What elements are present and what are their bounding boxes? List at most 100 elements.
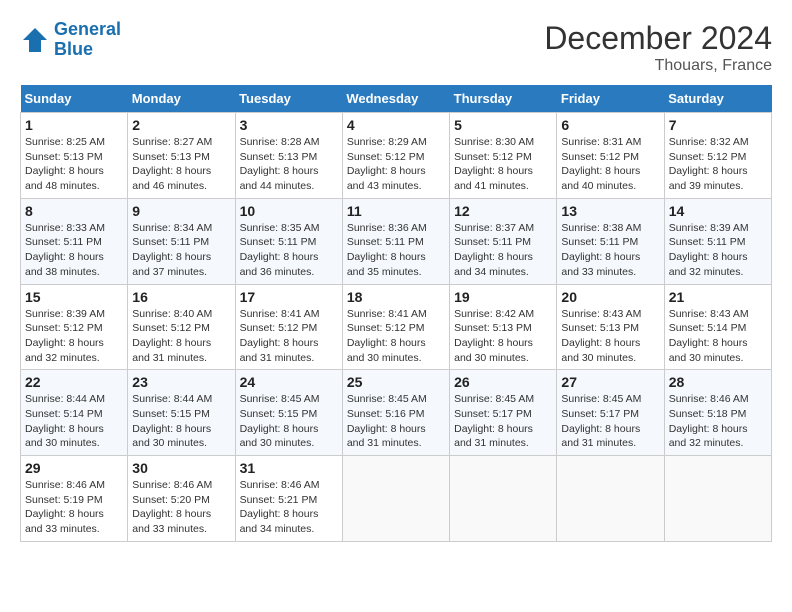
cell-info: Sunrise: 8:35 AMSunset: 5:11 PMDaylight:… [240, 222, 320, 278]
calendar-cell-empty [664, 456, 771, 542]
calendar-cell-10: 10 Sunrise: 8:35 AMSunset: 5:11 PMDayligh… [235, 198, 342, 284]
cell-info: Sunrise: 8:46 AMSunset: 5:18 PMDaylight:… [669, 393, 749, 449]
calendar-cell-26: 26 Sunrise: 8:45 AMSunset: 5:17 PMDayligh… [450, 370, 557, 456]
calendar-cell-21: 21 Sunrise: 8:43 AMSunset: 5:14 PMDayligh… [664, 284, 771, 370]
cell-info: Sunrise: 8:43 AMSunset: 5:13 PMDaylight:… [561, 308, 641, 364]
calendar-cell-30: 30 Sunrise: 8:46 AMSunset: 5:20 PMDayligh… [128, 456, 235, 542]
calendar-week-5: 29Sunrise: 8:46 AMSunset: 5:19 PMDayligh… [21, 456, 772, 542]
calendar-cell-16: 16 Sunrise: 8:40 AMSunset: 5:12 PMDayligh… [128, 284, 235, 370]
calendar-cell-4: 4Sunrise: 8:29 AMSunset: 5:12 PMDaylight… [342, 113, 449, 199]
calendar-cell-6: 6Sunrise: 8:31 AMSunset: 5:12 PMDaylight… [557, 113, 664, 199]
cell-info: Sunrise: 8:38 AMSunset: 5:11 PMDaylight:… [561, 222, 641, 278]
day-header-thursday: Thursday [450, 85, 557, 113]
calendar-cell-15: 15Sunrise: 8:39 AMSunset: 5:12 PMDayligh… [21, 284, 128, 370]
day-num: 13 [561, 203, 659, 219]
day-num: 4 [347, 117, 445, 133]
day-header-wednesday: Wednesday [342, 85, 449, 113]
cell-info: Sunrise: 8:32 AMSunset: 5:12 PMDaylight:… [669, 136, 749, 192]
cell-info: Sunrise: 8:39 AMSunset: 5:11 PMDaylight:… [669, 222, 749, 278]
day-num: 10 [240, 203, 338, 219]
day-num: 11 [347, 203, 445, 219]
day-num: 16 [132, 289, 230, 305]
cell-info: Sunrise: 8:42 AMSunset: 5:13 PMDaylight:… [454, 308, 534, 364]
month-title: December 2024 [544, 20, 772, 57]
day-num: 23 [132, 374, 230, 390]
calendar-cell-empty [342, 456, 449, 542]
calendar-cell-28: 28 Sunrise: 8:46 AMSunset: 5:18 PMDayligh… [664, 370, 771, 456]
day-num: 3 [240, 117, 338, 133]
calendar-cell-18: 18Sunrise: 8:41 AMSunset: 5:12 PMDayligh… [342, 284, 449, 370]
calendar-cell-12: 12Sunrise: 8:37 AMSunset: 5:11 PMDayligh… [450, 198, 557, 284]
day-header-saturday: Saturday [664, 85, 771, 113]
day-num: 15 [25, 289, 123, 305]
calendar-cell-24: 24 Sunrise: 8:45 AMSunset: 5:15 PMDayligh… [235, 370, 342, 456]
day-num: 21 [669, 289, 767, 305]
calendar-table: SundayMondayTuesdayWednesdayThursdayFrid… [20, 85, 772, 542]
day-num: 2 [132, 117, 230, 133]
location: Thouars, France [544, 57, 772, 75]
cell-info: Sunrise: 8:46 AMSunset: 5:21 PMDaylight:… [240, 479, 320, 535]
calendar-cell-22: 22 Sunrise: 8:44 AMSunset: 5:14 PMDayligh… [21, 370, 128, 456]
calendar-cell-13: 13 Sunrise: 8:38 AMSunset: 5:11 PMDayligh… [557, 198, 664, 284]
calendar-cell-2: 2Sunrise: 8:27 AMSunset: 5:13 PMDaylight… [128, 113, 235, 199]
cell-info: Sunrise: 8:36 AMSunset: 5:11 PMDaylight:… [347, 222, 427, 278]
calendar-cell-empty [557, 456, 664, 542]
day-num: 24 [240, 374, 338, 390]
day-num: 31 [240, 460, 338, 476]
calendar-cell-11: 11 Sunrise: 8:36 AMSunset: 5:11 PMDayligh… [342, 198, 449, 284]
cell-info: Sunrise: 8:28 AMSunset: 5:13 PMDaylight:… [240, 136, 320, 192]
cell-info: Sunrise: 8:45 AMSunset: 5:15 PMDaylight:… [240, 393, 320, 449]
calendar-cell-27: 27Sunrise: 8:45 AMSunset: 5:17 PMDayligh… [557, 370, 664, 456]
day-num: 17 [240, 289, 338, 305]
cell-info: Sunrise: 8:45 AMSunset: 5:17 PMDaylight:… [454, 393, 534, 449]
calendar-cell-7: 7 Sunrise: 8:32 AMSunset: 5:12 PMDaylight… [664, 113, 771, 199]
calendar-week-3: 15Sunrise: 8:39 AMSunset: 5:12 PMDayligh… [21, 284, 772, 370]
cell-info: Sunrise: 8:44 AMSunset: 5:15 PMDaylight:… [132, 393, 212, 449]
calendar-cell-20: 20 Sunrise: 8:43 AMSunset: 5:13 PMDayligh… [557, 284, 664, 370]
cell-info: Sunrise: 8:34 AMSunset: 5:11 PMDaylight:… [132, 222, 212, 278]
cell-info: Sunrise: 8:25 AMSunset: 5:13 PMDaylight:… [25, 136, 105, 192]
day-num: 1 [25, 117, 123, 133]
day-num: 27 [561, 374, 659, 390]
calendar-cell-23: 23 Sunrise: 8:44 AMSunset: 5:15 PMDayligh… [128, 370, 235, 456]
cell-info: Sunrise: 8:37 AMSunset: 5:11 PMDaylight:… [454, 222, 534, 278]
day-num: 29 [25, 460, 123, 476]
title-block: December 2024 Thouars, France [544, 20, 772, 75]
cell-info: Sunrise: 8:40 AMSunset: 5:12 PMDaylight:… [132, 308, 212, 364]
cell-info: Sunrise: 8:46 AMSunset: 5:20 PMDaylight:… [132, 479, 212, 535]
day-header-tuesday: Tuesday [235, 85, 342, 113]
calendar-cell-3: 3 Sunrise: 8:28 AMSunset: 5:13 PMDaylight… [235, 113, 342, 199]
day-num: 28 [669, 374, 767, 390]
calendar-cell-25: 25Sunrise: 8:45 AMSunset: 5:16 PMDayligh… [342, 370, 449, 456]
cell-info: Sunrise: 8:41 AMSunset: 5:12 PMDaylight:… [240, 308, 320, 364]
calendar-cell-1: 1 Sunrise: 8:25 AMSunset: 5:13 PMDaylight… [21, 113, 128, 199]
cell-info: Sunrise: 8:31 AMSunset: 5:12 PMDaylight:… [561, 136, 641, 192]
day-num: 5 [454, 117, 552, 133]
day-num: 26 [454, 374, 552, 390]
day-num: 14 [669, 203, 767, 219]
cell-info: Sunrise: 8:30 AMSunset: 5:12 PMDaylight:… [454, 136, 534, 192]
day-num: 20 [561, 289, 659, 305]
day-num: 30 [132, 460, 230, 476]
logo-text: General Blue [54, 20, 121, 60]
cell-info: Sunrise: 8:44 AMSunset: 5:14 PMDaylight:… [25, 393, 105, 449]
cell-info: Sunrise: 8:33 AMSunset: 5:11 PMDaylight:… [25, 222, 105, 278]
calendar-cell-9: 9 Sunrise: 8:34 AMSunset: 5:11 PMDaylight… [128, 198, 235, 284]
day-num: 9 [132, 203, 230, 219]
day-num: 7 [669, 117, 767, 133]
day-num: 18 [347, 289, 445, 305]
day-header-friday: Friday [557, 85, 664, 113]
day-num: 22 [25, 374, 123, 390]
calendar-cell-8: 8Sunrise: 8:33 AMSunset: 5:11 PMDaylight… [21, 198, 128, 284]
cell-info: Sunrise: 8:45 AMSunset: 5:16 PMDaylight:… [347, 393, 427, 449]
calendar-week-1: 1 Sunrise: 8:25 AMSunset: 5:13 PMDaylight… [21, 113, 772, 199]
cell-info: Sunrise: 8:43 AMSunset: 5:14 PMDaylight:… [669, 308, 749, 364]
day-num: 19 [454, 289, 552, 305]
calendar-week-2: 8Sunrise: 8:33 AMSunset: 5:11 PMDaylight… [21, 198, 772, 284]
day-header-sunday: Sunday [21, 85, 128, 113]
calendar-cell-31: 31 Sunrise: 8:46 AMSunset: 5:21 PMDayligh… [235, 456, 342, 542]
logo: General Blue [20, 20, 121, 60]
calendar-cell-empty [450, 456, 557, 542]
calendar-week-4: 22 Sunrise: 8:44 AMSunset: 5:14 PMDayligh… [21, 370, 772, 456]
day-header-monday: Monday [128, 85, 235, 113]
